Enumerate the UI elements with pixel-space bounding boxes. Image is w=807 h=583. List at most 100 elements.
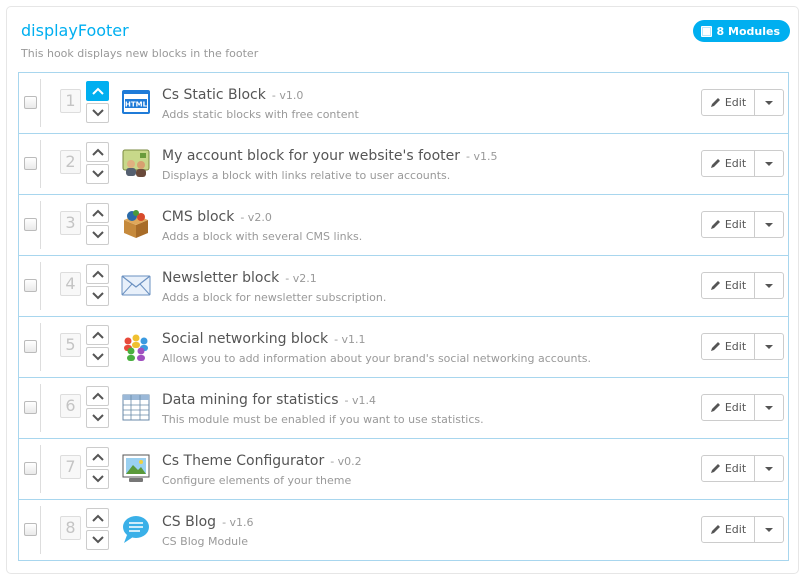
edit-button[interactable]: Edit	[701, 89, 755, 116]
chevron-down-icon	[91, 109, 104, 117]
edit-button[interactable]: Edit	[701, 333, 755, 360]
edit-button-group: Edit	[701, 272, 784, 299]
module-checkbox[interactable]	[24, 96, 37, 109]
edit-dropdown-button[interactable]	[755, 272, 784, 299]
modules-count-badge[interactable]: 8 Modules	[692, 20, 790, 42]
chevron-down-icon	[91, 475, 104, 483]
caret-down-icon	[765, 161, 773, 166]
module-description: Adds a block with several CMS links.	[162, 230, 363, 243]
move-up-button[interactable]	[86, 508, 109, 528]
move-up-button[interactable]	[86, 447, 109, 467]
module-title: Data mining for statistics	[162, 392, 339, 408]
edit-label: Edit	[724, 523, 747, 536]
position-number: 6	[60, 394, 81, 418]
move-down-button[interactable]	[86, 286, 109, 306]
edit-dropdown-button[interactable]	[755, 150, 784, 177]
module-version: - v2.1	[285, 272, 317, 285]
module-name: Data mining for statistics - v1.4	[162, 392, 376, 408]
pencil-icon	[710, 403, 720, 412]
module-name: My account block for your website's foot…	[162, 148, 498, 164]
divider	[40, 323, 41, 371]
module-title: CMS block	[162, 209, 235, 225]
edit-label: Edit	[724, 279, 747, 292]
chevron-down-icon	[91, 231, 104, 239]
module-name: Newsletter block - v2.1	[162, 270, 317, 286]
module-title: CS Blog	[162, 514, 217, 530]
module-row: 3 CMS block - v2.0 Adds a block with seve…	[19, 195, 788, 256]
module-title: My account block for your website's foot…	[162, 148, 461, 164]
module-description: Allows you to add information about your…	[162, 352, 592, 365]
module-checkbox[interactable]	[24, 279, 37, 292]
edit-button[interactable]: Edit	[701, 394, 755, 421]
module-name: Cs Static Block - v1.0	[162, 87, 303, 103]
social-people-icon	[124, 334, 148, 361]
edit-button[interactable]: Edit	[701, 516, 755, 543]
module-name: Social networking block - v1.1	[162, 331, 366, 347]
position-number: 5	[60, 333, 81, 357]
module-checkbox[interactable]	[24, 401, 37, 414]
caret-down-icon	[765, 100, 773, 105]
edit-dropdown-button[interactable]	[755, 516, 784, 543]
pencil-icon	[710, 159, 720, 168]
module-checkbox[interactable]	[24, 157, 37, 170]
edit-button[interactable]: Edit	[701, 150, 755, 177]
chevron-down-icon	[91, 536, 104, 544]
edit-dropdown-button[interactable]	[755, 89, 784, 116]
module-row: 4 Newsletter block - v2.1 Adds a block fo…	[19, 256, 788, 317]
move-down-button[interactable]	[86, 103, 109, 123]
edit-button-group: Edit	[701, 333, 784, 360]
module-checkbox[interactable]	[24, 462, 37, 475]
module-title: Social networking block	[162, 331, 329, 347]
module-list: 1 HTML Cs Static Block - v1.0 Adds static…	[18, 72, 789, 561]
position-number: 7	[60, 455, 81, 479]
edit-label: Edit	[724, 401, 747, 414]
pencil-icon	[710, 281, 720, 290]
chevron-down-icon	[91, 170, 104, 178]
divider	[40, 445, 41, 493]
module-version: - v1.4	[344, 394, 376, 407]
divider	[40, 201, 41, 249]
move-up-button[interactable]	[86, 142, 109, 162]
pencil-icon	[710, 220, 720, 229]
edit-dropdown-button[interactable]	[755, 455, 784, 482]
module-description: Adds static blocks with free content	[162, 108, 359, 121]
move-up-button[interactable]	[86, 81, 109, 101]
edit-dropdown-button[interactable]	[755, 333, 784, 360]
module-version: - v1.5	[466, 150, 498, 163]
move-down-button[interactable]	[86, 225, 109, 245]
module-version: - v1.6	[222, 516, 254, 529]
move-down-button[interactable]	[86, 164, 109, 184]
edit-dropdown-button[interactable]	[755, 394, 784, 421]
module-checkbox[interactable]	[24, 340, 37, 353]
caret-down-icon	[765, 222, 773, 227]
edit-button[interactable]: Edit	[701, 455, 755, 482]
cms-box-icon	[124, 210, 148, 238]
chevron-up-icon	[91, 270, 104, 278]
move-up-button[interactable]	[86, 386, 109, 406]
move-down-button[interactable]	[86, 530, 109, 550]
edit-button[interactable]: Edit	[701, 272, 755, 299]
caret-down-icon	[765, 405, 773, 410]
chevron-up-icon	[91, 148, 104, 156]
chevron-up-icon	[91, 453, 104, 461]
divider	[40, 384, 41, 432]
edit-dropdown-button[interactable]	[755, 211, 784, 238]
divider	[40, 140, 41, 188]
hook-title: displayFooter	[21, 21, 129, 40]
move-down-button[interactable]	[86, 469, 109, 489]
edit-button-group: Edit	[701, 150, 784, 177]
move-down-button[interactable]	[86, 347, 109, 367]
move-up-button[interactable]	[86, 264, 109, 284]
edit-label: Edit	[724, 157, 747, 170]
edit-button[interactable]: Edit	[701, 211, 755, 238]
move-up-button[interactable]	[86, 325, 109, 345]
move-down-button[interactable]	[86, 408, 109, 428]
chevron-up-icon	[91, 514, 104, 522]
module-title: Cs Theme Configurator	[162, 453, 325, 469]
svg-text:HTML: HTML	[125, 101, 148, 109]
chevron-up-icon	[91, 331, 104, 339]
module-checkbox[interactable]	[24, 523, 37, 536]
module-checkbox[interactable]	[24, 218, 37, 231]
move-up-button[interactable]	[86, 203, 109, 223]
module-version: - v1.0	[271, 89, 304, 102]
